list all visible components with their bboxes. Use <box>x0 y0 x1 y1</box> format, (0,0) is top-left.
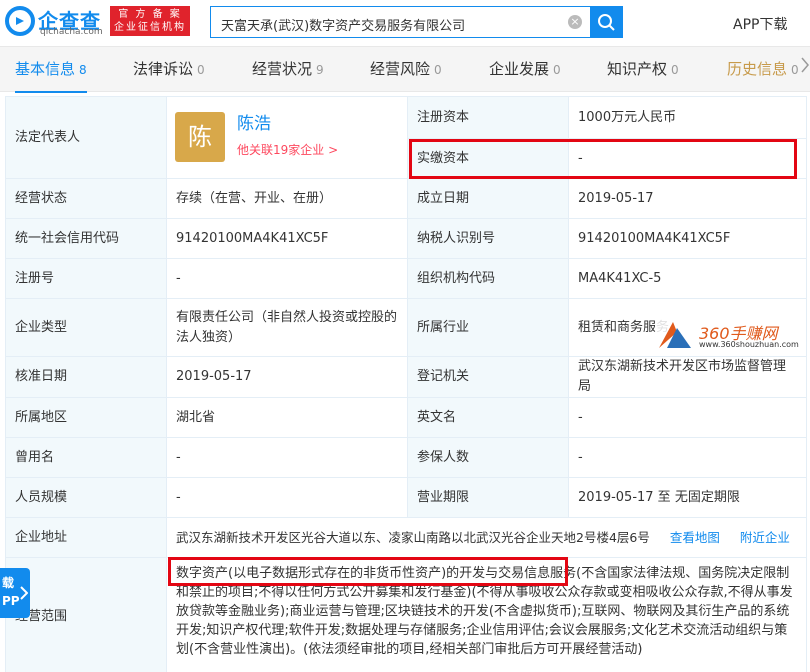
tab-ip[interactable]: 知识产权 0 <box>607 47 679 93</box>
est-date-label: 成立日期 <box>407 178 569 219</box>
tab-legal[interactable]: 法律诉讼 0 <box>133 47 205 93</box>
tab-risk[interactable]: 经营风险 0 <box>370 47 442 93</box>
paid-capital-highlight <box>409 139 797 179</box>
authority-value: 武汉东湖新技术开发区市场监督管理局 <box>568 356 807 398</box>
credit-code-label: 统一社会信用代码 <box>5 218 167 259</box>
status-value: 存续（在营、开业、在册） <box>166 178 408 219</box>
reg-capital-label: 注册资本 <box>407 96 569 139</box>
approve-date-value: 2019-05-17 <box>166 356 408 398</box>
insured-value: - <box>568 437 807 478</box>
legal-rep-name[interactable]: 陈浩 <box>237 114 271 134</box>
official-record-badge: 官 方 备 案 企业征信机构 <box>110 6 190 36</box>
tab-operation[interactable]: 经营状况 9 <box>252 47 324 93</box>
top-header: 企查查 qichacha.com 官 方 备 案 企业征信机构 天富天承(武汉)… <box>0 0 810 46</box>
address-cell: 武汉东湖新技术开发区光谷大道以东、凌家山南路以北武汉光谷企业天地2号楼4层6号 … <box>166 517 807 558</box>
search-button[interactable] <box>590 6 623 38</box>
former-name-label: 曾用名 <box>5 437 167 478</box>
tab-history[interactable]: 历史信息 0 <box>727 47 799 93</box>
tab-development[interactable]: 企业发展 0 <box>489 47 561 93</box>
authority-label: 登记机关 <box>407 356 569 398</box>
org-code-value: MA4K41XC-5 <box>568 258 807 299</box>
address-value: 武汉东湖新技术开发区光谷大道以东、凌家山南路以北武汉光谷企业天地2号楼4层6号 <box>176 529 650 545</box>
term-label: 营业期限 <box>407 477 569 518</box>
avatar[interactable]: 陈 <box>175 111 225 162</box>
en-name-value: - <box>568 397 807 438</box>
view-map-link[interactable]: 查看地图 <box>670 530 720 545</box>
watermark-url: www.360shouzhuan.com <box>699 340 799 349</box>
org-code-label: 组织机构代码 <box>407 258 569 299</box>
approve-date-label: 核准日期 <box>5 356 167 398</box>
type-label: 企业类型 <box>5 298 167 357</box>
staff-value: - <box>166 477 408 518</box>
legal-rep-card: 陈 陈浩 他关联19家企业 > <box>167 98 407 178</box>
logo-domain: qichacha.com <box>40 27 103 37</box>
section-tabs: 基本信息 8 法律诉讼 0 经营状况 9 经营风险 0 企业发展 0 知识产权 0 历史信息… <box>0 46 810 93</box>
term-value: 2019-05-17 至 无固定期限 <box>568 477 807 518</box>
tab-scroll-arrow-icon[interactable] <box>800 50 810 80</box>
insured-label: 参保人数 <box>407 437 569 478</box>
taxpayer-label: 纳税人识别号 <box>407 218 569 259</box>
credit-code-value: 91420100MA4K41XC5F <box>166 218 408 259</box>
watermark-logo-icon <box>659 322 691 348</box>
region-value: 湖北省 <box>166 397 408 438</box>
qichacha-logo[interactable]: 企查查 qichacha.com <box>4 5 106 37</box>
staff-label: 人员规模 <box>5 477 167 518</box>
reg-no-value: - <box>166 258 408 299</box>
taxpayer-value: 91420100MA4K41XC5F <box>568 218 807 259</box>
scope-highlight <box>168 557 568 586</box>
logo-icon <box>5 6 35 36</box>
chevron-right-icon <box>20 586 28 600</box>
search-input[interactable]: 天富天承(武汉)数字资产交易服务有限公司 × <box>210 6 590 38</box>
industry-label: 所属行业 <box>407 298 569 357</box>
status-label: 经营状态 <box>5 178 167 219</box>
legal-rep-assoc-link[interactable]: 他关联19家企业 > <box>237 140 338 160</box>
tab-basic-info[interactable]: 基本信息 8 <box>15 47 87 93</box>
search-value[interactable]: 天富天承(武汉)数字资产交易服务有限公司 <box>221 15 465 34</box>
region-label: 所属地区 <box>5 397 167 438</box>
app-download-side-tab[interactable]: 载 PP <box>0 568 30 618</box>
reg-capital-value: 1000万元人民币 <box>568 96 807 139</box>
app-download-link[interactable]: APP下载 <box>733 14 787 34</box>
est-date-value: 2019-05-17 <box>568 178 807 219</box>
nearby-companies-link[interactable]: 附近企业 <box>740 530 790 545</box>
clear-icon[interactable]: × <box>568 15 582 29</box>
reg-no-label: 注册号 <box>5 258 167 299</box>
en-name-label: 英文名 <box>407 397 569 438</box>
search-icon <box>598 14 615 31</box>
legal-rep-label: 法定代表人 <box>5 96 167 179</box>
former-name-value: - <box>166 437 408 478</box>
watermark: 360手赚网 www.360shouzhuan.com <box>655 318 805 354</box>
address-label: 企业地址 <box>5 517 167 558</box>
type-value: 有限责任公司（非自然人投资或控股的法人独资） <box>166 298 408 357</box>
